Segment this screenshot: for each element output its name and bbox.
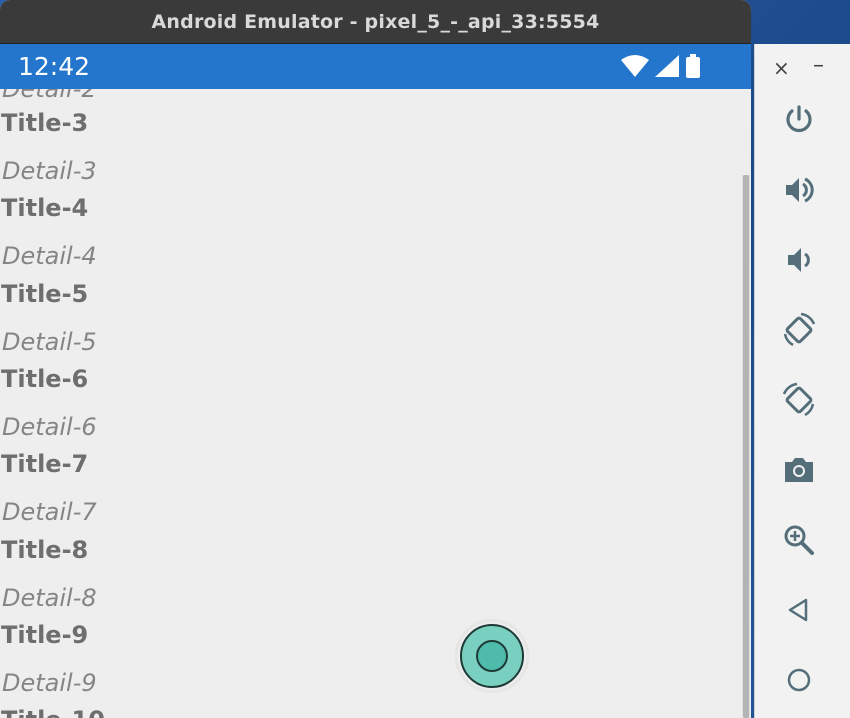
back-icon [788,598,808,622]
list-item-title[interactable]: Title-4 [1,194,88,222]
rotate-right-icon [782,382,815,417]
android-status-bar: 12:42 [0,44,751,89]
scrollbar[interactable] [742,175,750,718]
camera-icon [785,458,813,482]
wifi-icon [621,55,649,82]
zoom-button[interactable] [779,520,819,560]
circle-button-inner [476,640,508,672]
emulator-toolbar: × – [754,44,850,718]
list-item-title[interactable]: Title-5 [1,280,88,308]
volume-down-icon [788,248,810,272]
rotate-left-button[interactable] [779,310,819,350]
list-item-detail: Detail-7 [2,498,97,527]
status-clock: 12:42 [18,52,91,81]
back-button[interactable] [779,590,819,630]
home-icon [787,668,811,692]
list-item-detail: Detail-8 [2,583,97,612]
battery-icon [685,54,701,83]
volume-up-button[interactable] [779,170,819,210]
window-title: Android Emulator - pixel_5_-_api_33:5554 [151,10,600,33]
scrollbar-thumb[interactable] [743,175,749,718]
circle-button-icon [460,624,524,688]
list-item-detail: Detail-6 [2,412,97,441]
volume-up-icon [786,177,814,203]
signal-icon [655,55,679,82]
list-item-detail: Detail-9 [2,668,97,697]
minimize-button[interactable]: – [813,53,824,78]
list-item-title[interactable]: Title-7 [1,450,88,478]
window-titlebar[interactable]: Android Emulator - pixel_5_-_api_33:5554 [0,0,751,44]
list-item-detail: Detail-3 [2,157,97,185]
floating-action-button[interactable] [455,619,529,693]
power-icon [786,105,812,133]
close-button[interactable]: × [773,56,790,80]
home-button[interactable] [779,660,819,700]
zoom-icon [784,525,814,555]
status-icons [621,54,701,83]
power-button[interactable] [779,100,819,140]
list-item-title[interactable]: Title-3 [1,109,88,137]
list-item-title[interactable]: Title-9 [1,621,88,649]
list-item-title[interactable]: Title-6 [1,365,88,393]
list-item-title[interactable]: Title-10 [1,706,105,718]
list-item-detail: Detail-4 [2,242,97,271]
rotate-left-icon [783,312,816,347]
screenshot-button[interactable] [779,450,819,490]
app-screen: Detail-2 Title-3 Detail-3 Title-4 Detail-4 T… [0,89,751,718]
emulator-window: Android Emulator - pixel_5_-_api_33:5554… [0,0,751,718]
list-item-detail: Detail-5 [2,327,97,356]
list-item-title[interactable]: Title-8 [1,536,88,564]
toolbar-window-controls: × – [755,53,850,80]
volume-down-button[interactable] [779,240,819,280]
rotate-right-button[interactable] [779,380,819,420]
list-item-detail: Detail-2 [2,89,97,103]
